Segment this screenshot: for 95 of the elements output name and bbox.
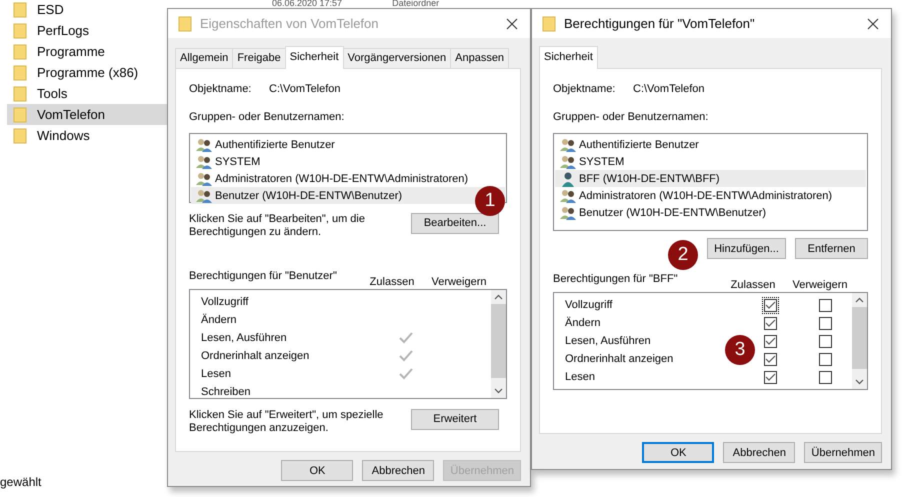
permission-name: Lesen, Ausführen xyxy=(200,332,288,344)
chevron-down-icon xyxy=(855,379,864,385)
field-label: Berechtigungen für "BFF" xyxy=(553,273,679,285)
folder-item[interactable]: Windows xyxy=(7,125,167,146)
object-name: C:\VomTelefon xyxy=(633,83,705,95)
list-item[interactable]: Administratoren (W10H-DE-ENTW\Administratoren) xyxy=(191,170,505,187)
button[interactable]: OK xyxy=(281,460,354,481)
close-icon xyxy=(867,18,879,30)
checkbox[interactable] xyxy=(819,352,832,366)
chevron-down-icon xyxy=(494,388,503,394)
permission-name: Lesen xyxy=(200,368,232,380)
button[interactable]: Abbrechen xyxy=(362,460,434,481)
tab[interactable]: Sicherheit xyxy=(539,46,598,69)
folder-icon xyxy=(13,2,27,18)
column-header: Verweigern xyxy=(791,279,849,291)
user-icon xyxy=(560,170,576,186)
users-icon xyxy=(560,204,576,220)
permission-name: Vollzugriff xyxy=(200,296,250,308)
folder-icon xyxy=(13,106,27,122)
window-title: Eigenschaften von VomTelefon xyxy=(200,16,380,31)
folder-item[interactable]: VomTelefon xyxy=(7,104,167,125)
checkbox[interactable] xyxy=(764,298,777,312)
checkbox[interactable] xyxy=(764,352,777,366)
users-icon xyxy=(196,136,212,152)
tab[interactable]: Allgemein xyxy=(175,48,234,68)
close-icon xyxy=(506,18,518,30)
button[interactable]: Bearbeiten... xyxy=(411,213,499,234)
scrollbar[interactable] xyxy=(491,290,506,398)
folder-icon xyxy=(13,128,27,144)
button[interactable]: Übernehmen xyxy=(804,442,882,463)
list-item[interactable]: Benutzer (W10H-DE-ENTW\Benutzer) xyxy=(555,204,866,221)
permission-name: Ordnerinhalt anzeigen xyxy=(564,353,674,365)
folder-icon xyxy=(13,86,27,102)
checkbox[interactable] xyxy=(819,334,832,348)
checkbox[interactable] xyxy=(819,316,832,330)
folder-item[interactable]: Programme xyxy=(7,41,167,62)
field-label: Gruppen- oder Benutzernamen: xyxy=(189,111,346,125)
checkbox[interactable] xyxy=(764,370,777,384)
scroll-thumb[interactable] xyxy=(852,307,867,369)
column-cell: 06.06.2020 17:57 xyxy=(272,0,342,8)
folder-icon xyxy=(178,16,192,32)
hint-text: Klicken Sie auf "Erweitert", um spezielle Berechtigungen anzuzeigen. xyxy=(189,408,384,434)
folder-item[interactable]: PerfLogs xyxy=(7,20,167,41)
field-label: Berechtigungen für "Benutzer" xyxy=(189,270,338,282)
folder-item[interactable]: Programme (x86) xyxy=(7,62,167,83)
tab[interactable]: Anpassen xyxy=(450,48,510,68)
folder-icon xyxy=(13,44,27,60)
scroll-thumb[interactable] xyxy=(491,304,506,378)
folder-item[interactable]: Tools xyxy=(7,83,167,104)
button[interactable]: Entfernen xyxy=(795,238,868,259)
hint-text: Klicken Sie auf "Bearbeiten", um die Berechtigungen zu ändern. xyxy=(189,213,366,239)
permission-name: Ändern xyxy=(200,314,238,326)
column-header: Zulassen xyxy=(368,276,416,288)
field-label: Objektname: xyxy=(189,83,252,95)
users-icon xyxy=(196,188,212,204)
button[interactable]: Erweitert xyxy=(411,408,499,430)
permission-name: Vollzugriff xyxy=(564,299,614,311)
column-header: Zulassen xyxy=(730,279,776,291)
button[interactable]: OK xyxy=(642,442,714,463)
field-label: Objektname: xyxy=(553,83,616,95)
checkbox[interactable] xyxy=(819,298,832,312)
users-icon xyxy=(560,188,576,204)
permission-name: Schreiben xyxy=(200,386,252,398)
permission-name: Ändern xyxy=(564,317,602,329)
tab[interactable]: Sicherheit xyxy=(284,46,344,69)
chevron-up-icon xyxy=(855,297,864,303)
list-item[interactable]: SYSTEM xyxy=(555,153,866,170)
chevron-up-icon xyxy=(494,294,503,300)
field-label: Gruppen- oder Benutzernamen: xyxy=(553,111,710,125)
list-item[interactable]: BFF (W10H-DE-ENTW\BFF) xyxy=(555,170,866,187)
window-title: Berechtigungen für "VomTelefon" xyxy=(564,16,756,31)
scrollbar[interactable] xyxy=(852,293,867,389)
status-text: gewählt xyxy=(0,475,42,489)
folder-icon xyxy=(542,16,556,32)
list-item[interactable]: Authentifizierte Benutzer xyxy=(191,136,505,153)
permission-name: Lesen xyxy=(564,371,596,383)
users-icon xyxy=(560,154,576,170)
button[interactable]: Hinzufügen... xyxy=(707,238,786,259)
folder-item[interactable]: ESD xyxy=(7,0,167,20)
list-item[interactable]: Authentifizierte Benutzer xyxy=(555,136,866,153)
folder-icon xyxy=(13,22,27,38)
permission-name: Lesen, Ausführen xyxy=(564,335,652,347)
column-header: Verweigern xyxy=(430,276,488,288)
object-name: C:\VomTelefon xyxy=(269,83,341,95)
list-item[interactable]: SYSTEM xyxy=(191,153,505,170)
checkbox[interactable] xyxy=(819,370,832,384)
users-icon xyxy=(560,136,576,152)
users-icon xyxy=(196,170,212,186)
permission-name: Ordnerinhalt anzeigen xyxy=(200,350,310,362)
button[interactable]: Abbrechen xyxy=(723,442,796,463)
users-icon xyxy=(196,154,212,170)
folder-icon xyxy=(13,64,27,80)
list-item[interactable]: Administratoren (W10H-DE-ENTW\Administratoren) xyxy=(555,187,866,204)
checkbox[interactable] xyxy=(764,316,777,330)
checkbox[interactable] xyxy=(764,334,777,348)
